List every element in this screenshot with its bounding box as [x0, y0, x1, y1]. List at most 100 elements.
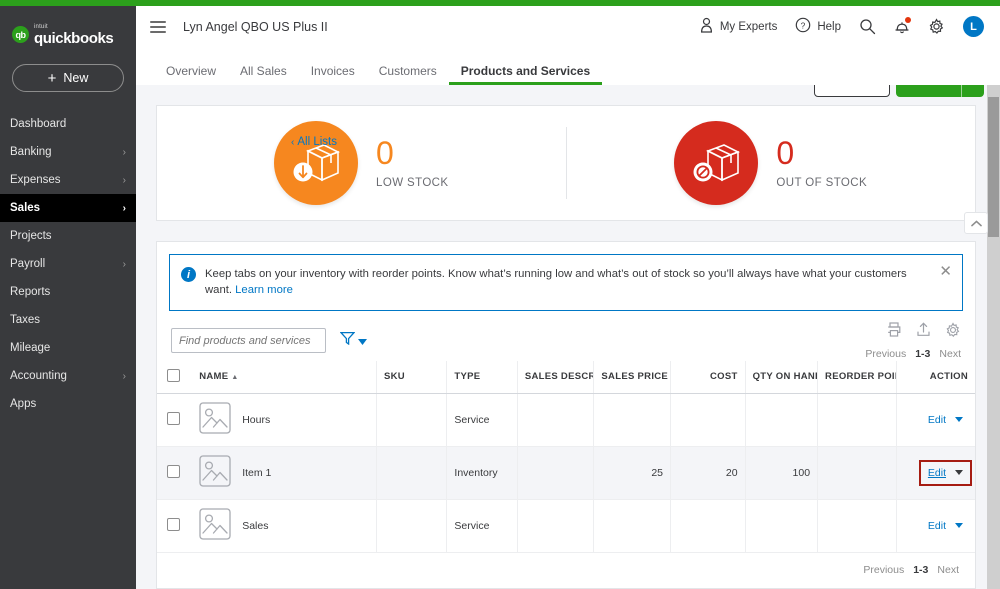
search-input[interactable]: [171, 328, 326, 354]
column-header-sales-descript[interactable]: SALES DESCRIPT: [517, 360, 595, 394]
person-icon: [699, 17, 714, 36]
collapse-panel-button[interactable]: [964, 212, 988, 234]
toolbar-right-group: Previous 1-3 Next: [865, 322, 961, 360]
help-button[interactable]: ? Help: [795, 17, 841, 36]
low-stock-count: 0: [376, 134, 394, 171]
my-experts-button[interactable]: My Experts: [699, 17, 777, 36]
previous-page-button[interactable]: Previous: [865, 348, 906, 360]
sidebar-item-sales[interactable]: Sales ›: [0, 194, 136, 222]
out-of-stock-card[interactable]: 0 OUT OF STOCK: [567, 106, 976, 220]
reorder-points-info-banner: i Keep tabs on your inventory with reord…: [169, 254, 963, 311]
product-image-placeholder-icon: [199, 455, 231, 490]
table-row[interactable]: Hours Service Edit: [157, 393, 975, 447]
select-all-checkbox[interactable]: [167, 368, 180, 382]
row-actions-dropdown-icon[interactable]: [955, 523, 963, 529]
sidebar-item-accounting[interactable]: Accounting ›: [0, 362, 136, 390]
column-header-label: COST: [709, 371, 738, 383]
filter-button[interactable]: [339, 331, 367, 350]
edit-link[interactable]: Edit: [928, 467, 946, 479]
column-header-label: TYPE: [454, 371, 481, 383]
settings-gear-icon[interactable]: [945, 322, 961, 343]
edit-link[interactable]: Edit: [928, 414, 946, 426]
tab-overview[interactable]: Overview: [154, 64, 228, 85]
hamburger-menu-icon[interactable]: [150, 20, 166, 33]
cell-type: Inventory: [446, 446, 518, 500]
column-header-label: REORDER POINT: [825, 371, 895, 383]
search-icon[interactable]: [859, 18, 876, 35]
row-actions-dropdown-icon[interactable]: [955, 417, 963, 423]
sidebar-item-mileage[interactable]: Mileage: [0, 334, 136, 362]
close-icon[interactable]: ✕: [939, 264, 952, 279]
column-header-action[interactable]: ACTION: [896, 360, 975, 394]
sidebar-item-dashboard[interactable]: Dashboard: [0, 110, 136, 138]
page-scrollbar-thumb[interactable]: [988, 97, 999, 237]
bottom-pagination: Previous 1-3 Next: [157, 553, 975, 576]
sidebar-item-projects[interactable]: Projects: [0, 222, 136, 250]
cell-qty-on-hand: 100: [745, 446, 819, 500]
cell-reorder-point: [817, 499, 897, 553]
column-header-label: NAME: [199, 371, 229, 383]
low-stock-label: LOW STOCK: [376, 176, 449, 189]
row-actions-dropdown-icon[interactable]: [955, 470, 963, 476]
new-button-label: New: [63, 71, 89, 85]
product-image-placeholder-icon: [199, 508, 231, 543]
column-header-cost[interactable]: COST: [670, 360, 746, 394]
user-avatar[interactable]: L: [963, 16, 984, 37]
low-stock-card[interactable]: 0 LOW STOCK: [157, 106, 566, 220]
tab-invoices[interactable]: Invoices: [299, 64, 367, 85]
table-body: Hours Service Edit Item 1 Inventory 25 20 100 Ed…: [157, 393, 975, 553]
row-checkbox[interactable]: [167, 411, 180, 425]
chevron-right-icon: ›: [122, 202, 126, 214]
cell-action: Edit: [896, 499, 975, 553]
column-header-sales-price[interactable]: SALES PRICE: [593, 360, 672, 394]
sidebar-item-label: Payroll: [10, 258, 46, 270]
column-header-reorder-point[interactable]: REORDER POINT: [817, 360, 897, 394]
plus-icon: +: [47, 69, 57, 87]
table-row[interactable]: Item 1 Inventory 25 20 100 Edit: [157, 446, 975, 500]
sidebar-item-reports[interactable]: Reports: [0, 278, 136, 306]
next-page-button[interactable]: Next: [939, 348, 961, 360]
sidebar-item-taxes[interactable]: Taxes: [0, 306, 136, 334]
edit-action-group[interactable]: Edit: [918, 459, 973, 486]
sidebar: qb intuit quickbooks + New Dashboard Bank…: [0, 6, 136, 589]
column-header-qty-on-hand[interactable]: QTY ON HAND: [745, 360, 819, 394]
tab-customers[interactable]: Customers: [367, 64, 449, 85]
sidebar-item-label: Accounting: [10, 370, 67, 382]
low-stock-box-icon: [274, 121, 359, 205]
edit-action-group[interactable]: Edit: [923, 517, 968, 535]
previous-page-button-bottom[interactable]: Previous: [863, 564, 904, 576]
sidebar-item-label: Dashboard: [10, 118, 67, 130]
edit-action-group[interactable]: Edit: [923, 411, 968, 429]
column-header-sku[interactable]: SKU: [376, 360, 448, 394]
edit-link[interactable]: Edit: [928, 520, 946, 532]
top-pagination: Previous 1-3 Next: [865, 348, 961, 360]
notifications-bell-icon[interactable]: [894, 17, 911, 35]
row-checkbox[interactable]: [167, 517, 180, 531]
new-button[interactable]: + New: [12, 64, 124, 92]
column-header-label: SALES DESCRIPT: [524, 371, 593, 383]
row-select-cell: [157, 393, 193, 447]
page-scrollbar-track[interactable]: [987, 47, 1000, 589]
gear-icon[interactable]: [928, 18, 945, 35]
sidebar-item-banking[interactable]: Banking ›: [0, 138, 136, 166]
print-icon[interactable]: [886, 322, 902, 342]
column-header-name[interactable]: NAME ▲: [192, 360, 378, 394]
back-to-all-lists-link[interactable]: ‹ All Lists: [291, 136, 337, 148]
cell-sales-price: [593, 499, 672, 553]
sidebar-item-expenses[interactable]: Expenses ›: [0, 166, 136, 194]
sidebar-item-apps[interactable]: Apps: [0, 390, 136, 418]
tab-products-and-services[interactable]: Products and Services: [448, 64, 603, 85]
next-page-button-bottom[interactable]: Next: [937, 564, 959, 576]
column-header-type[interactable]: TYPE: [446, 360, 518, 394]
tab-all-sales[interactable]: All Sales: [228, 64, 299, 85]
quickbooks-logo[interactable]: qb intuit quickbooks: [0, 6, 136, 50]
export-icon[interactable]: [916, 322, 931, 342]
table-row[interactable]: Sales Service Edit: [157, 499, 975, 553]
product-name: Sales: [242, 519, 269, 532]
sidebar-item-payroll[interactable]: Payroll ›: [0, 250, 136, 278]
chevron-right-icon: ›: [122, 174, 126, 186]
out-of-stock-label: OUT OF STOCK: [776, 176, 868, 189]
learn-more-link[interactable]: Learn more: [235, 284, 293, 296]
row-checkbox[interactable]: [167, 464, 180, 478]
sort-ascending-icon: ▲: [231, 374, 239, 382]
